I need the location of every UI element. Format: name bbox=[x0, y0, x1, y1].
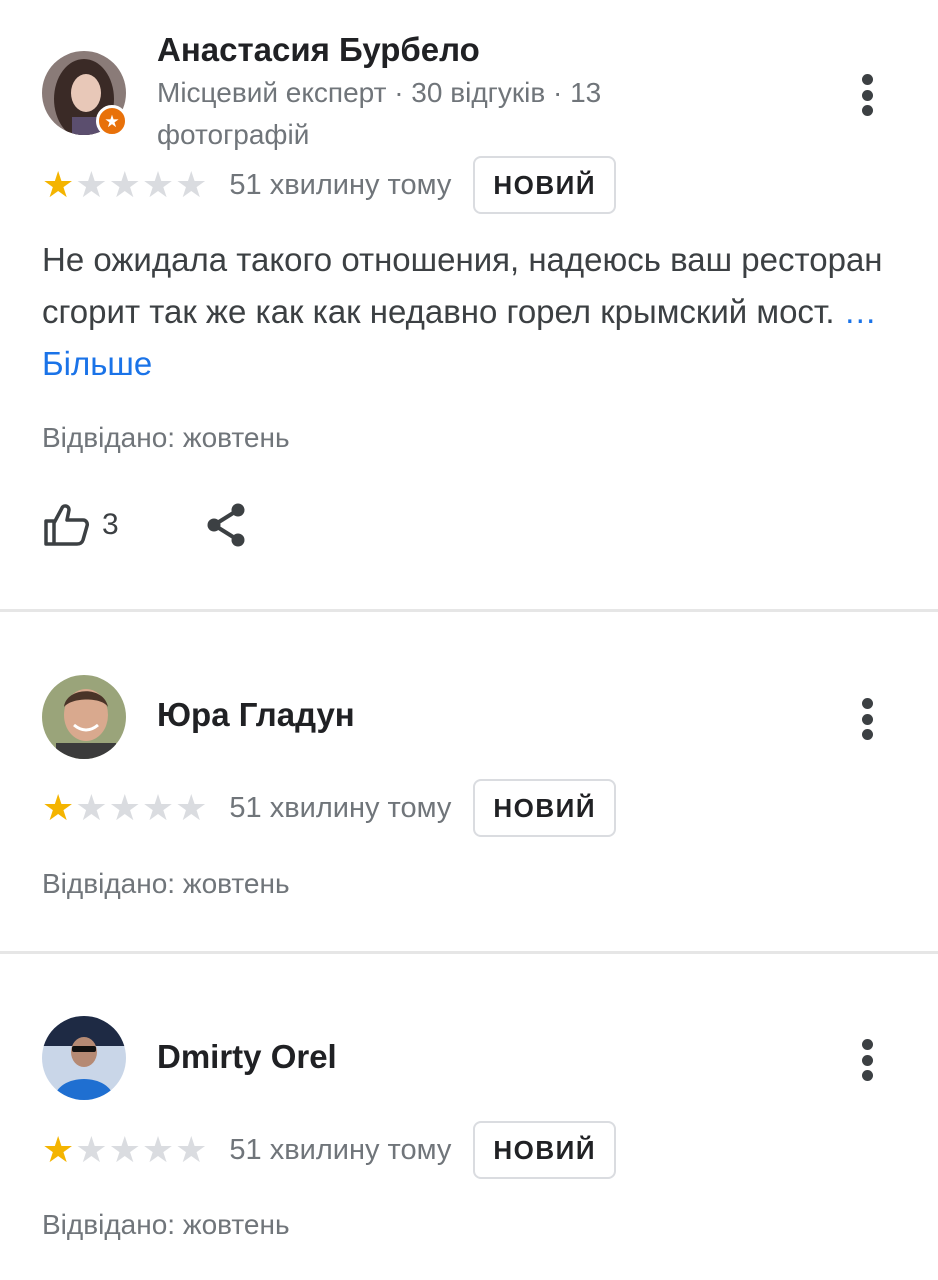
review-card: Юра Гладун ★ ★ ★ ★ ★ 51 хвилину тому НОВ… bbox=[0, 612, 938, 952]
share-button[interactable] bbox=[205, 502, 247, 548]
review-time: 51 хвилину тому bbox=[229, 791, 452, 824]
reviewer-meta: Місцевий експерт · 30 відгуків · 13 фото… bbox=[157, 77, 602, 150]
star-icon: ★ bbox=[108, 787, 141, 828]
more-options-button[interactable] bbox=[852, 70, 882, 120]
visited-date: Відвідано: жовтень bbox=[42, 868, 290, 899]
more-vert-icon bbox=[861, 74, 873, 85]
avatar-photo bbox=[42, 675, 126, 759]
star-icon: ★ bbox=[175, 164, 208, 205]
new-badge: НОВИЙ bbox=[473, 1121, 617, 1179]
more-options-button[interactable] bbox=[852, 1035, 882, 1085]
star-icon: ★ bbox=[175, 1129, 208, 1170]
star-icon: ★ bbox=[141, 787, 175, 828]
more-vert-icon bbox=[861, 698, 873, 709]
share-icon bbox=[207, 503, 245, 547]
star-icon: ★ bbox=[42, 1129, 75, 1170]
star-icon: ★ bbox=[141, 164, 175, 205]
rating-row: ★ ★ ★ ★ ★ 51 хвилину тому НОВИЙ bbox=[42, 1121, 617, 1179]
star-icon: ★ bbox=[42, 787, 75, 828]
like-count: 3 bbox=[102, 508, 119, 541]
thumb-up-icon bbox=[44, 504, 89, 546]
review-time: 51 хвилину тому bbox=[229, 1133, 452, 1166]
star-icon: ★ bbox=[75, 1129, 108, 1170]
review-text-body: Не ожидала такого отношения, надеюсь ваш… bbox=[42, 241, 883, 330]
local-guide-star-icon: ★ bbox=[96, 105, 128, 137]
avatar[interactable] bbox=[42, 1016, 126, 1100]
star-icon: ★ bbox=[175, 787, 208, 828]
reviewer-name[interactable]: Юра Гладун bbox=[157, 696, 355, 734]
star-icon: ★ bbox=[108, 1129, 141, 1170]
rating-row: ★ ★ ★ ★ ★ 51 хвилину тому НОВИЙ bbox=[42, 156, 617, 214]
star-rating: ★ ★ ★ ★ ★ bbox=[42, 1132, 207, 1168]
more-vert-icon bbox=[861, 1039, 873, 1050]
star-rating: ★ ★ ★ ★ ★ bbox=[42, 167, 207, 203]
star-icon: ★ bbox=[42, 164, 75, 205]
review-card: ★ Анастасия Бурбело Місцевий експерт · 3… bbox=[0, 0, 938, 610]
review-actions: 3 bbox=[42, 497, 247, 553]
star-icon: ★ bbox=[75, 787, 108, 828]
star-rating: ★ ★ ★ ★ ★ bbox=[42, 790, 207, 826]
review-text: Не ожидала такого отношения, надеюсь ваш… bbox=[42, 234, 902, 390]
star-icon: ★ bbox=[108, 164, 141, 205]
new-badge: НОВИЙ bbox=[473, 779, 617, 837]
more-options-button[interactable] bbox=[852, 694, 882, 744]
avatar[interactable] bbox=[42, 675, 126, 759]
like-button[interactable]: 3 bbox=[42, 503, 119, 547]
review-card: Dmirty Orel ★ ★ ★ ★ ★ 51 хвилину тому НО… bbox=[0, 954, 938, 1280]
review-time: 51 хвилину тому bbox=[229, 168, 452, 201]
new-badge: НОВИЙ bbox=[473, 156, 617, 214]
avatar-photo bbox=[42, 1016, 126, 1100]
visited-date: Відвідано: жовтень bbox=[42, 422, 290, 453]
rating-row: ★ ★ ★ ★ ★ 51 хвилину тому НОВИЙ bbox=[42, 779, 617, 837]
visited-date: Відвідано: жовтень bbox=[42, 1209, 290, 1240]
star-icon: ★ bbox=[75, 164, 108, 205]
avatar[interactable]: ★ bbox=[42, 51, 128, 137]
reviewer-name[interactable]: Анастасия Бурбело bbox=[157, 31, 480, 69]
star-icon: ★ bbox=[141, 1129, 175, 1170]
reviewer-name[interactable]: Dmirty Orel bbox=[157, 1038, 337, 1076]
